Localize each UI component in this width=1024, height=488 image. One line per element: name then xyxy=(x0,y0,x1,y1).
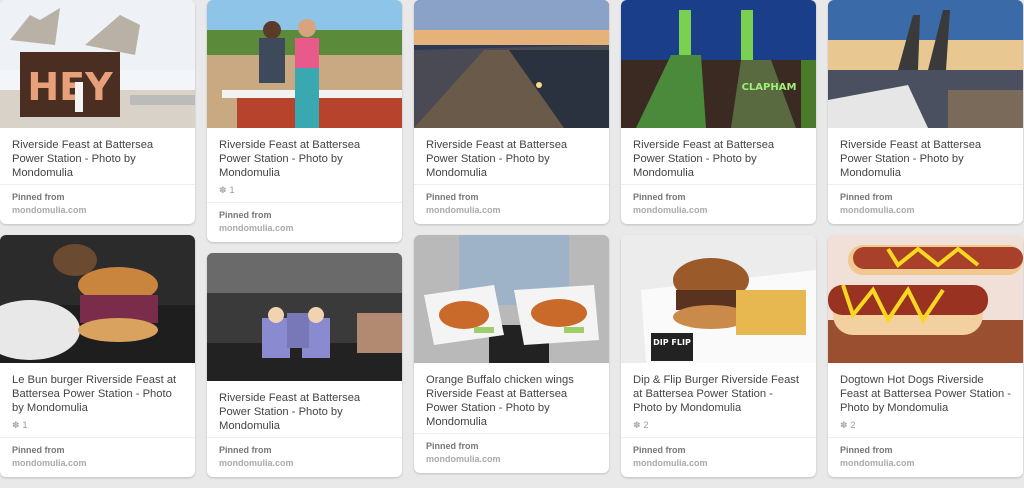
pinned-from-label: Pinned from xyxy=(633,192,686,202)
pinned-from-label: Pinned from xyxy=(426,441,479,451)
pin-source-link[interactable]: mondomulia.com xyxy=(633,205,804,215)
pin-attribution[interactable]: Pinned from mondomulia.com xyxy=(207,202,402,242)
pin-image-couple[interactable] xyxy=(207,0,402,128)
pin-description: Dip & Flip Burger Riverside Feast at Bat… xyxy=(633,374,800,414)
pin-card[interactable]: HEY Riverside Feast at Battersea Power S… xyxy=(0,0,195,224)
chicken-wings-photo xyxy=(414,235,609,363)
pin-attribution[interactable]: Pinned from mondomulia.com xyxy=(207,437,402,477)
pin-column-5: Riverside Feast at Battersea Power Stati… xyxy=(828,0,1023,488)
pin-image-dip-flip[interactable]: DIP FLIP xyxy=(621,235,816,363)
pin-image-hey-sign[interactable]: HEY xyxy=(0,0,195,128)
pin-card[interactable]: Riverside Feast at Battersea Power Stati… xyxy=(414,0,609,224)
pin-source-link[interactable]: mondomulia.com xyxy=(840,458,1011,468)
cranes-sunset-photo xyxy=(828,0,1023,128)
riverside-walkway-photo xyxy=(414,0,609,128)
pin-column-4: CLAPHAM Riverside Feast at Battersea Pow… xyxy=(621,0,816,488)
hot-dogs-photo xyxy=(828,235,1023,363)
hey-sign-photo: HEY xyxy=(0,0,195,128)
pin-attribution[interactable]: Pinned from mondomulia.com xyxy=(414,433,609,473)
dip-flip-sign-text: DIP FLIP xyxy=(653,338,691,347)
pin-source-link[interactable]: mondomulia.com xyxy=(219,458,390,468)
pin-card[interactable]: DIP FLIP Dip & Flip Burger Riverside Fea… xyxy=(621,235,816,477)
pin-description: Dogtown Hot Dogs Riverside Feast at Batt… xyxy=(840,374,1012,414)
pin-column-2: Riverside Feast at Battersea Power Stati… xyxy=(207,0,402,488)
pin-source-link[interactable]: mondomulia.com xyxy=(840,205,1011,215)
pin-card[interactable]: Orange Buffalo chicken wings Riverside F… xyxy=(414,235,609,473)
pin-card[interactable]: CLAPHAM Riverside Feast at Battersea Pow… xyxy=(621,0,816,224)
pin-source-link[interactable]: mondomulia.com xyxy=(219,223,390,233)
power-station-chimneys-photo: CLAPHAM xyxy=(621,0,816,128)
pin-column-3: Riverside Feast at Battersea Power Stati… xyxy=(414,0,609,484)
repin-count[interactable]: ✽ 2 xyxy=(828,419,1023,437)
pin-source-link[interactable]: mondomulia.com xyxy=(426,454,597,464)
pinned-from-label: Pinned from xyxy=(840,445,893,455)
pin-image-chimneys[interactable]: CLAPHAM xyxy=(621,0,816,128)
repin-count[interactable]: ✽ 2 xyxy=(621,419,816,437)
pin-card[interactable]: Riverside Feast at Battersea Power Stati… xyxy=(207,0,402,242)
pin-card[interactable]: Le Bun burger Riverside Feast at Batters… xyxy=(0,235,195,477)
pin-image-walkway[interactable] xyxy=(414,0,609,128)
pin-card[interactable]: Dogtown Hot Dogs Riverside Feast at Batt… xyxy=(828,235,1023,477)
pin-attribution[interactable]: Pinned from mondomulia.com xyxy=(0,184,195,224)
repin-count[interactable]: ✽ 1 xyxy=(0,419,195,437)
hey-sign-text: HEY xyxy=(27,65,113,109)
pin-description: Riverside Feast at Battersea Power Stati… xyxy=(426,139,568,179)
pinned-from-label: Pinned from xyxy=(633,445,686,455)
pin-attribution[interactable]: Pinned from mondomulia.com xyxy=(621,184,816,224)
pin-attribution[interactable]: Pinned from mondomulia.com xyxy=(0,437,195,477)
pin-description: Le Bun burger Riverside Feast at Batters… xyxy=(12,374,177,414)
pinned-from-label: Pinned from xyxy=(219,210,272,220)
pin-source-link[interactable]: mondomulia.com xyxy=(12,205,183,215)
pin-description: Riverside Feast at Battersea Power Stati… xyxy=(12,139,154,179)
pin-card[interactable]: Riverside Feast at Battersea Power Stati… xyxy=(207,253,402,477)
ice-cream-cups-photo xyxy=(207,253,402,381)
pin-description: Riverside Feast at Battersea Power Stati… xyxy=(219,139,361,179)
repin-icon: ✽ xyxy=(12,419,20,430)
pin-image-wings[interactable] xyxy=(414,235,609,363)
clapham-sign-text: CLAPHAM xyxy=(742,82,797,93)
pin-column-1: HEY Riverside Feast at Battersea Power S… xyxy=(0,0,195,488)
pin-image-cranes[interactable] xyxy=(828,0,1023,128)
pin-attribution[interactable]: Pinned from mondomulia.com xyxy=(414,184,609,224)
pin-description: Riverside Feast at Battersea Power Stati… xyxy=(840,139,982,179)
pin-image-burger[interactable] xyxy=(0,235,195,363)
repin-icon: ✽ xyxy=(219,184,227,195)
pin-attribution[interactable]: Pinned from mondomulia.com xyxy=(621,437,816,477)
dip-flip-burger-photo: DIP FLIP xyxy=(621,235,816,363)
repin-icon: ✽ xyxy=(633,419,641,430)
pin-attribution[interactable]: Pinned from mondomulia.com xyxy=(828,437,1023,477)
pinned-from-label: Pinned from xyxy=(12,445,65,455)
pinned-from-label: Pinned from xyxy=(219,445,272,455)
pinned-from-label: Pinned from xyxy=(426,192,479,202)
pin-source-link[interactable]: mondomulia.com xyxy=(633,458,804,468)
burger-photo xyxy=(0,235,195,363)
repin-count[interactable]: ✽ 1 xyxy=(207,184,402,202)
pin-image-hotdogs[interactable] xyxy=(828,235,1023,363)
pin-description: Riverside Feast at Battersea Power Stati… xyxy=(633,139,775,179)
pinned-from-label: Pinned from xyxy=(840,192,893,202)
pinned-from-label: Pinned from xyxy=(12,192,65,202)
pin-image-ice-cream[interactable] xyxy=(207,253,402,381)
pin-source-link[interactable]: mondomulia.com xyxy=(12,458,183,468)
pin-description: Orange Buffalo chicken wings Riverside F… xyxy=(426,374,574,428)
pin-source-link[interactable]: mondomulia.com xyxy=(426,205,597,215)
pin-card[interactable]: Riverside Feast at Battersea Power Stati… xyxy=(828,0,1023,224)
couple-bar-photo xyxy=(207,0,402,128)
pin-description: Riverside Feast at Battersea Power Stati… xyxy=(219,392,361,432)
repin-icon: ✽ xyxy=(840,419,848,430)
pin-attribution[interactable]: Pinned from mondomulia.com xyxy=(828,184,1023,224)
